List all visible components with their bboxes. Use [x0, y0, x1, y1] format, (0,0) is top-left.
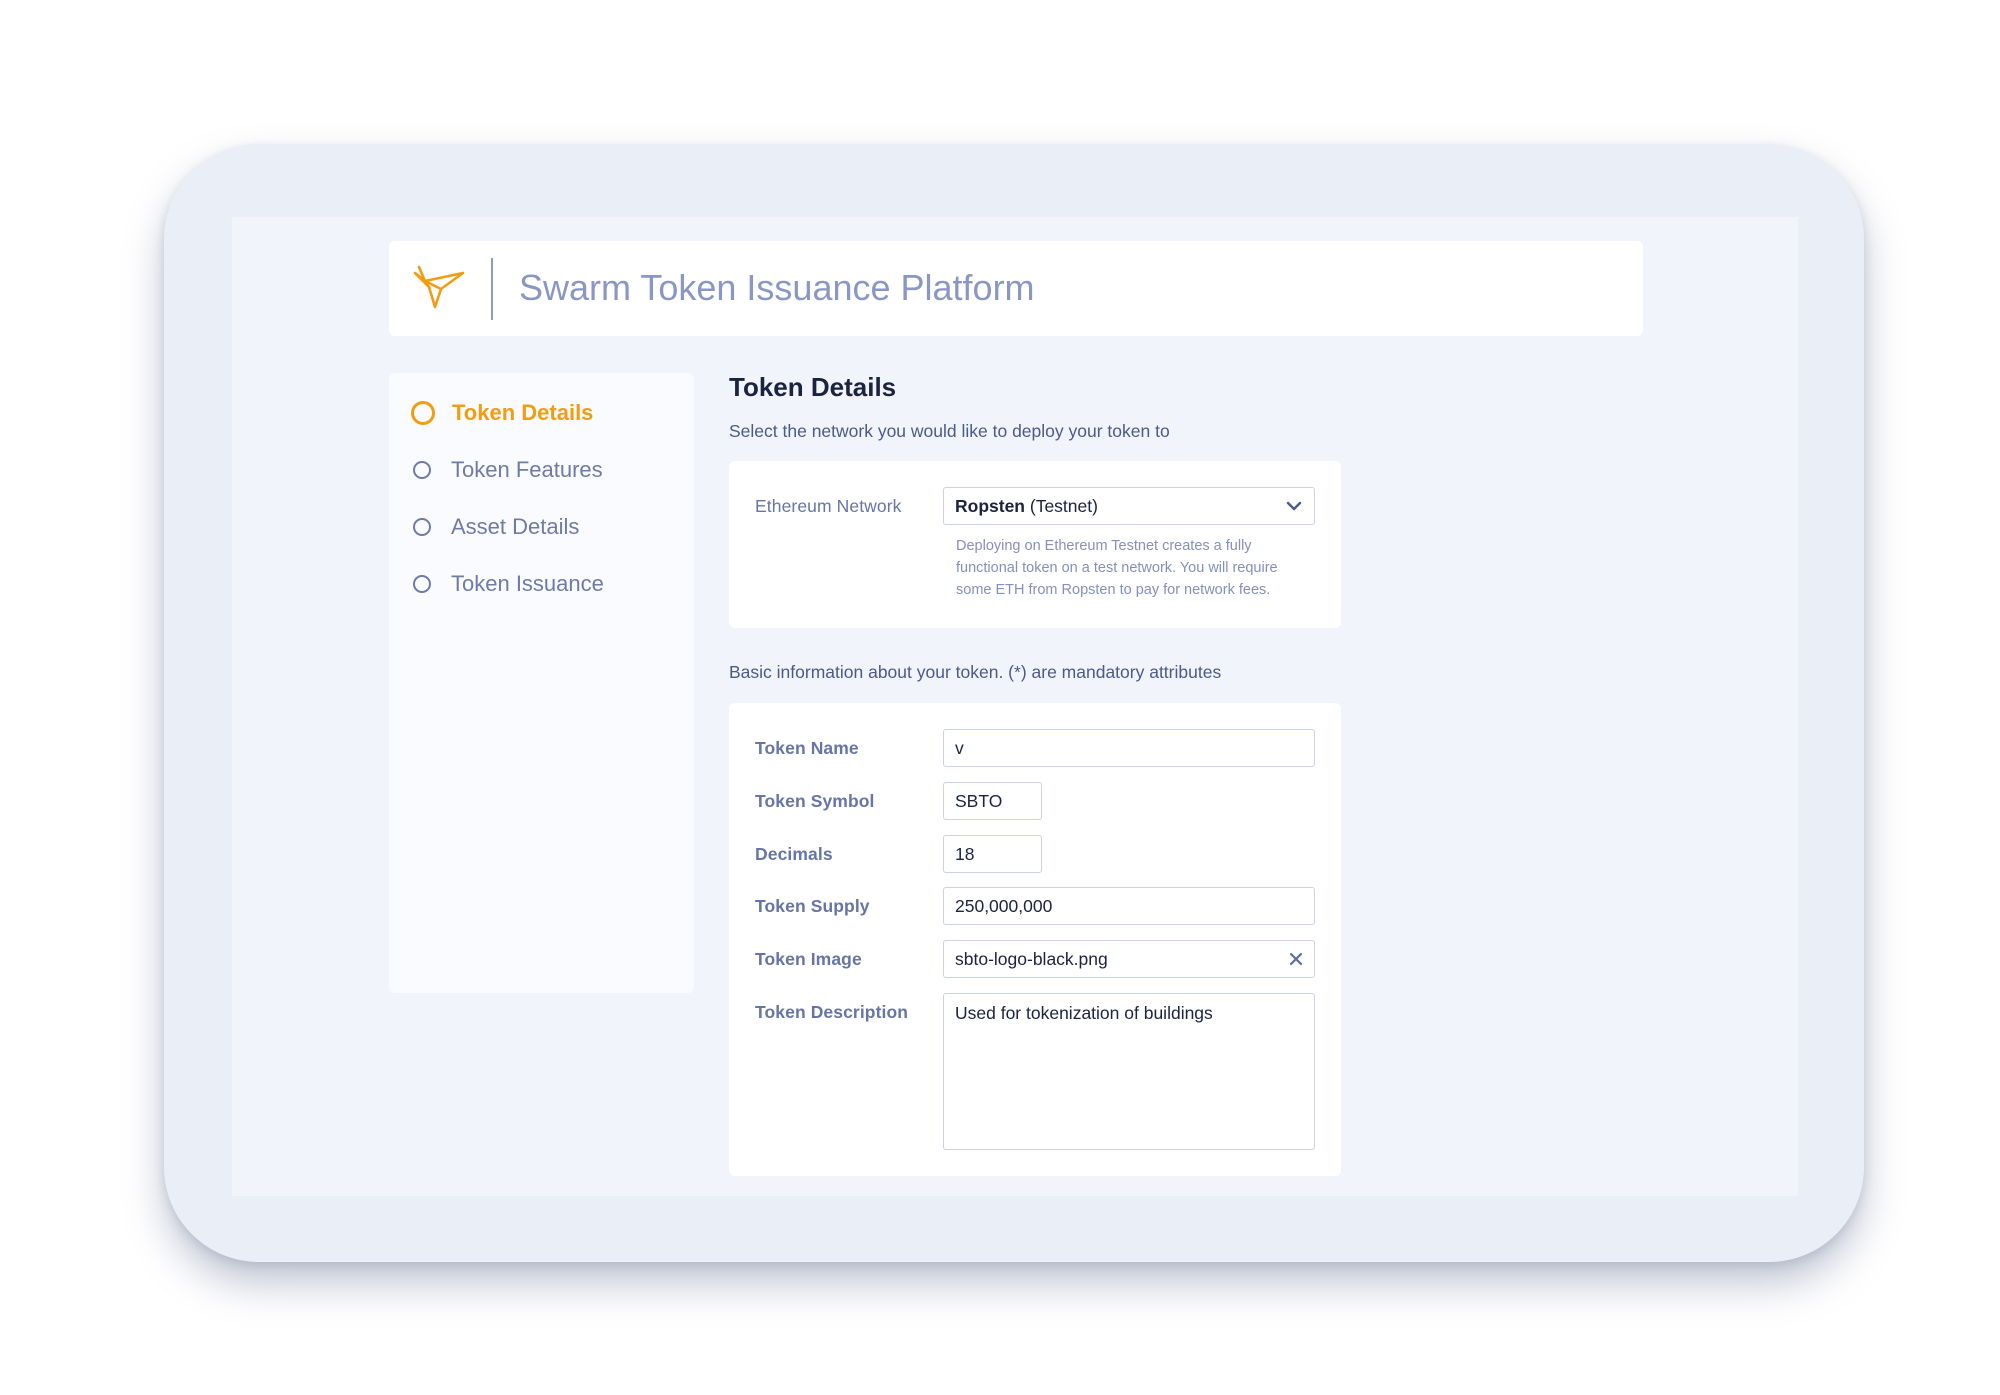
token-image-label: Token Image — [755, 949, 862, 969]
step-token-details[interactable]: Token Details — [411, 393, 593, 433]
app-title: Swarm Token Issuance Platform — [519, 267, 1035, 308]
network-card: Ethereum Network Ropsten (Testnet) Deplo… — [729, 461, 1341, 628]
step-circle-icon — [413, 518, 431, 536]
network-hint: Deploying on Ethereum Testnet creates a … — [956, 538, 1278, 598]
step-label: Token Features — [451, 457, 603, 482]
step-asset-details[interactable]: Asset Details — [411, 507, 579, 547]
step-label: Token Issuance — [451, 571, 604, 596]
app-header: Swarm Token Issuance Platform — [389, 241, 1643, 336]
network-label: Ethereum Network — [755, 496, 902, 516]
chevron-down-icon — [1286, 501, 1302, 511]
page-title: Token Details — [729, 372, 897, 402]
token-name-label: Token Name — [755, 738, 859, 758]
basic-info-prompt: Basic information about your token. (*) … — [729, 662, 1222, 682]
network-select[interactable]: Ropsten (Testnet) — [943, 487, 1315, 525]
step-label: Token Details — [452, 400, 594, 425]
decimals-label: Decimals — [755, 844, 833, 864]
steps-sidebar: Token Details Token Features Asset Detai… — [389, 373, 694, 993]
step-active-circle-icon — [411, 401, 435, 425]
network-prompt: Select the network you would like to dep… — [729, 421, 1170, 441]
swarm-bird-icon — [413, 265, 465, 309]
token-description-label: Token Description — [755, 1002, 909, 1022]
step-circle-icon — [413, 575, 431, 593]
token-info-card: Token Name v Token Symbol SBTO Decimals … — [729, 703, 1341, 1176]
step-circle-icon — [413, 461, 431, 479]
token-name-input[interactable]: v — [943, 729, 1315, 767]
token-symbol-label: Token Symbol — [755, 791, 875, 811]
network-select-suffix: (Testnet) — [1025, 496, 1098, 516]
token-symbol-input[interactable]: SBTO — [943, 782, 1042, 820]
token-image-input[interactable]: sbto-logo-black.png — [943, 940, 1315, 978]
step-token-issuance[interactable]: Token Issuance — [411, 564, 604, 604]
close-icon[interactable] — [1288, 951, 1304, 967]
token-description-textarea[interactable]: Used for tokenization of buildings — [943, 993, 1315, 1150]
header-divider — [491, 258, 493, 320]
network-select-name: Ropsten — [955, 496, 1025, 516]
step-token-features[interactable]: Token Features — [411, 450, 603, 490]
token-supply-input[interactable]: 250,000,000 — [943, 887, 1315, 925]
decimals-input[interactable]: 18 — [943, 835, 1042, 873]
token-supply-label: Token Supply — [755, 896, 870, 916]
token-image-filename: sbto-logo-black.png — [955, 949, 1108, 969]
step-label: Asset Details — [451, 514, 580, 539]
